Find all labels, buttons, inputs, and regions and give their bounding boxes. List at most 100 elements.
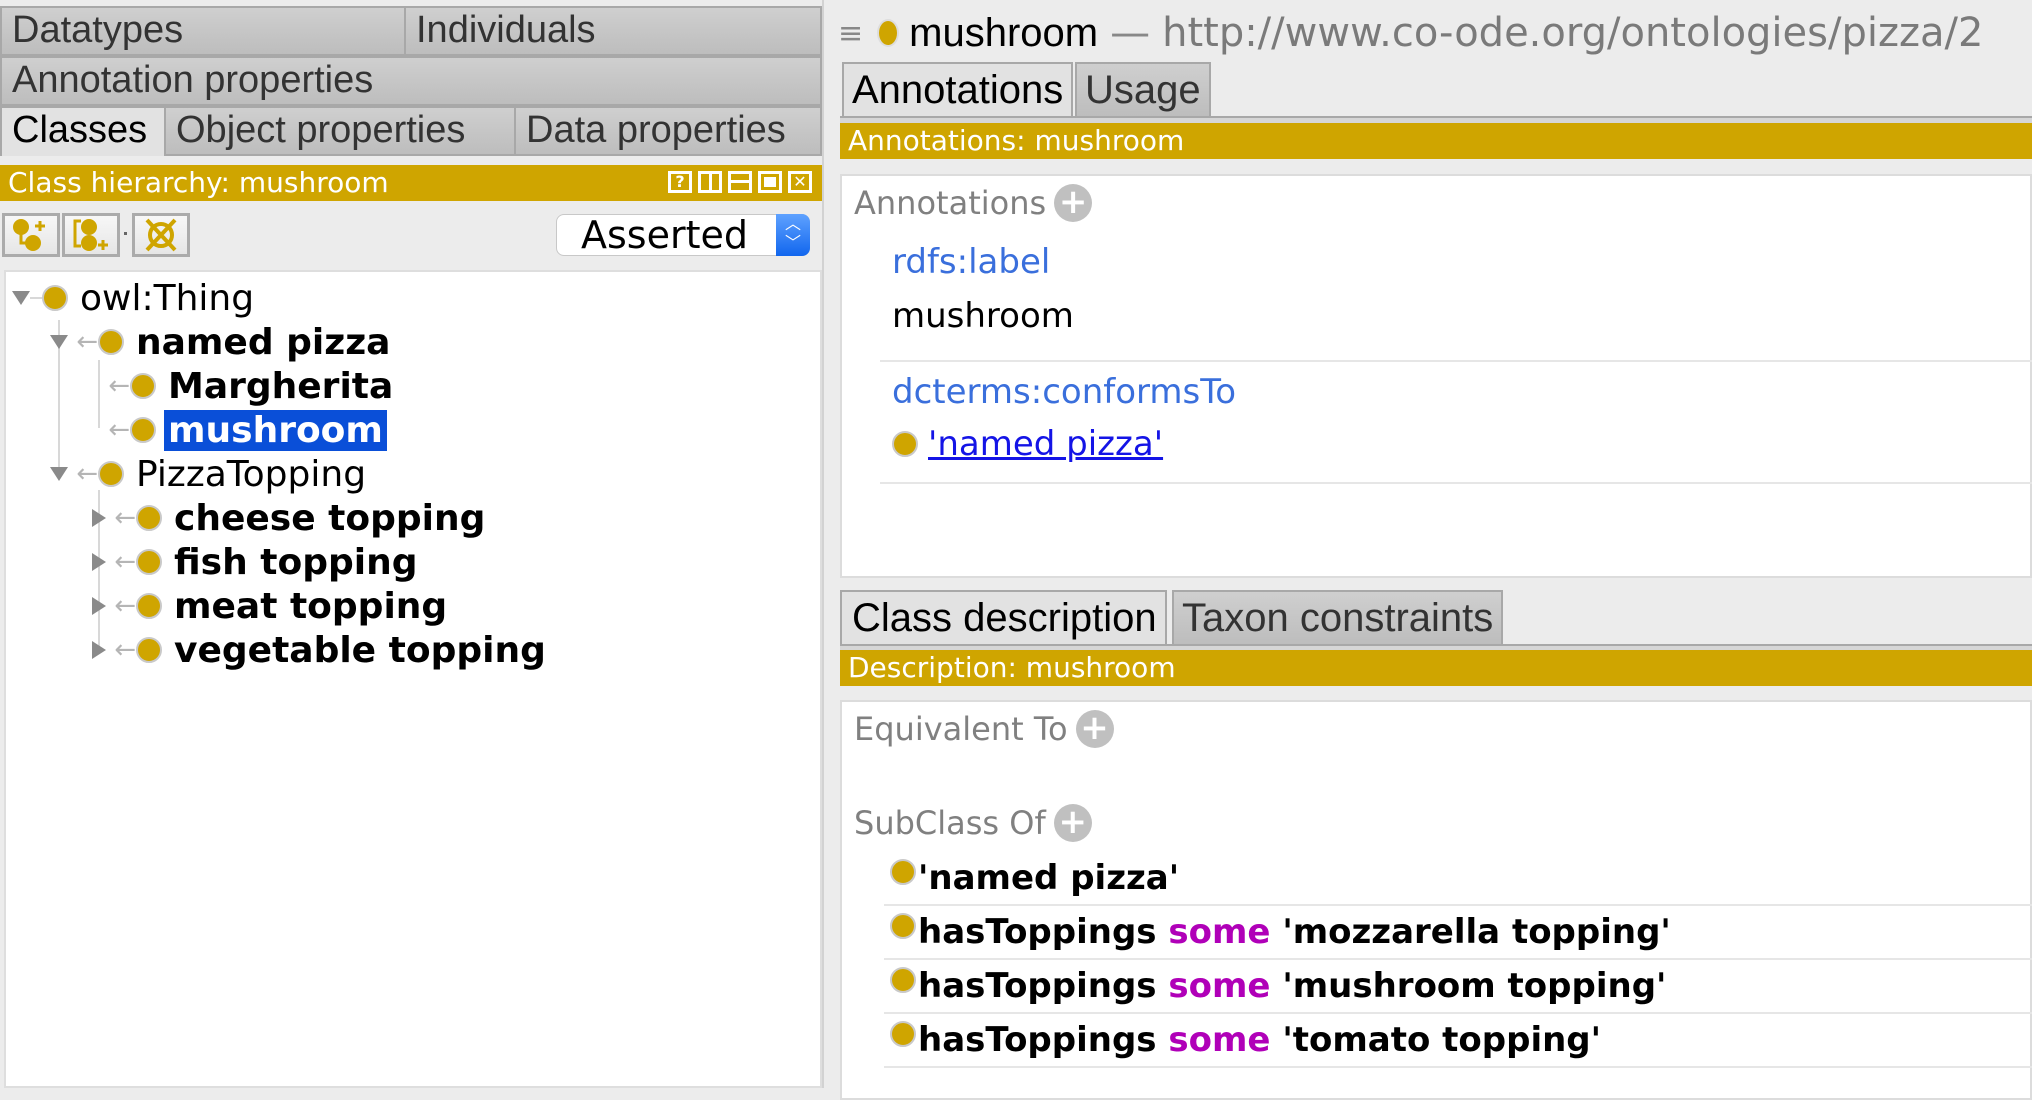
tree-node-label: named pizza <box>136 321 391 363</box>
class-hierarchy-title: Class hierarchy: mushroom <box>8 166 389 199</box>
tree-node-vegetable-topping[interactable]: ← vegetable topping <box>92 629 550 671</box>
tab-annotations[interactable]: Annotations <box>842 62 1074 118</box>
tab-class-description[interactable]: Class description <box>840 590 1167 646</box>
tab-usage[interactable]: Usage <box>1075 62 1211 118</box>
annotation-property[interactable]: dcterms:conformsTo <box>892 372 1236 412</box>
tree-node-named-pizza[interactable]: ← named pizza <box>50 321 394 363</box>
delete-class-button[interactable] <box>132 213 190 257</box>
subclass-property: hasToppings <box>918 1020 1157 1060</box>
subclass-property: hasToppings <box>918 912 1157 952</box>
class-icon <box>136 637 162 663</box>
tree-node-label: owl:Thing <box>80 277 255 319</box>
pane-splitter[interactable] <box>822 0 840 1088</box>
class-icon <box>892 431 918 457</box>
equivalent-to-label: Equivalent To <box>854 710 1068 748</box>
tree-node-label: cheese topping <box>174 497 486 539</box>
split-horizontal-icon[interactable] <box>728 171 752 193</box>
tab-datatypes[interactable]: Datatypes <box>0 6 406 56</box>
class-icon <box>890 859 916 885</box>
chevron-updown-icon: ︿ ﹀ <box>776 214 810 256</box>
class-icon <box>890 1021 916 1047</box>
hierarchy-mode-select[interactable]: Asserted ︿ ﹀ <box>556 214 810 256</box>
toolbar-separator <box>124 232 127 235</box>
annotation-property[interactable]: rdfs:label <box>892 242 1050 282</box>
tab-individuals[interactable]: Individuals <box>406 6 822 56</box>
tree-node-label: vegetable topping <box>174 629 546 671</box>
tab-classes[interactable]: Classes <box>0 106 166 156</box>
add-subclass-button[interactable] <box>2 213 60 257</box>
entity-name: mushroom <box>909 10 1099 55</box>
expand-toggle-icon[interactable] <box>50 335 68 349</box>
close-icon[interactable]: ✕ <box>788 171 812 193</box>
add-annotation-button[interactable]: + <box>1054 184 1093 222</box>
tab-row-2: Annotation properties <box>0 56 822 106</box>
subclass-of-label: SubClass Of <box>854 804 1046 842</box>
subclass-filler: 'named pizza' <box>918 858 1180 898</box>
tab-object-properties[interactable]: Object properties <box>166 106 516 156</box>
subclass-of-item[interactable]: hasToppings some 'mozzarella topping' <box>890 912 1671 952</box>
help-icon[interactable]: ? <box>668 171 692 193</box>
class-icon <box>98 329 124 355</box>
tree-node-label: Margherita <box>168 365 394 407</box>
annotation-value-row: 'named pizza' <box>892 424 1163 464</box>
hierarchy-mode-value: Asserted <box>581 213 748 257</box>
class-icon <box>42 285 68 311</box>
class-icon <box>136 549 162 575</box>
annotations-title: Annotations: mushroom <box>848 124 1185 157</box>
class-icon <box>130 373 156 399</box>
class-icon <box>890 913 916 939</box>
tree-node-meat-topping[interactable]: ← meat topping <box>92 586 451 627</box>
row-separator <box>884 1012 2032 1014</box>
add-superclass-button[interactable]: + <box>1053 804 1092 842</box>
split-vertical-icon[interactable] <box>698 171 722 193</box>
subclass-arrow-icon: ← <box>76 459 98 489</box>
class-hierarchy-titlebar: Class hierarchy: mushroom ? ✕ <box>0 165 822 201</box>
subclass-arrow-icon: ← <box>114 591 136 621</box>
collapsed-toggle-icon[interactable] <box>92 597 106 615</box>
subclass-property: hasToppings <box>918 966 1157 1006</box>
class-icon <box>890 967 916 993</box>
class-icon <box>136 593 162 619</box>
tree-node-label: fish topping <box>174 541 418 583</box>
subclass-of-item[interactable]: 'named pizza' <box>890 858 1179 898</box>
subclass-of-item[interactable]: hasToppings some 'mushroom topping' <box>890 966 1666 1006</box>
entity-header: ≡ mushroom — http://www.co-ode.org/ontol… <box>838 8 1983 58</box>
tree-node-margherita[interactable]: ← Margherita <box>100 365 397 407</box>
tab-data-properties[interactable]: Data properties <box>516 106 822 156</box>
maximize-icon[interactable] <box>758 171 782 193</box>
tab-row-1: Datatypes Individuals <box>0 6 822 56</box>
tab-row-3: Classes Object properties Data propertie… <box>0 106 822 156</box>
subclass-arrow-icon: ← <box>114 503 136 533</box>
tab-taxon-constraints[interactable]: Taxon constraints <box>1172 590 1504 646</box>
add-equivalent-button[interactable]: + <box>1075 710 1114 748</box>
tree-node-mushroom[interactable]: ← mushroom <box>100 409 387 451</box>
tab-annotation-properties[interactable]: Annotation properties <box>0 56 822 106</box>
subclass-of-item[interactable]: hasToppings some 'tomato topping' <box>890 1020 1601 1060</box>
subclass-filler: 'tomato topping' <box>1282 1020 1602 1060</box>
class-icon <box>98 461 124 487</box>
add-sibling-class-button[interactable] <box>62 213 120 257</box>
tree-node-owl-thing[interactable]: owl:Thing <box>12 277 258 319</box>
delete-class-icon <box>145 218 177 252</box>
tree-node-cheese-topping[interactable]: ← cheese topping <box>92 497 489 539</box>
menu-icon[interactable]: ≡ <box>838 16 863 51</box>
subclass-of-section: SubClass Of + <box>854 804 1092 842</box>
expand-toggle-icon[interactable] <box>50 467 68 481</box>
subclass-arrow-icon: ← <box>114 635 136 665</box>
annotation-link[interactable]: 'named pizza' <box>928 424 1163 464</box>
collapsed-toggle-icon[interactable] <box>92 641 106 659</box>
annotations-titlebar: Annotations: mushroom <box>840 123 2032 159</box>
tree-node-pizzatopping[interactable]: ← PizzaTopping <box>50 453 370 495</box>
collapsed-toggle-icon[interactable] <box>92 553 106 571</box>
subclass-filler: 'mushroom topping' <box>1282 966 1667 1006</box>
annotation-value: mushroom <box>892 296 1074 336</box>
tree-node-fish-topping[interactable]: ← fish topping <box>92 541 422 583</box>
entity-iri: http://www.co-ode.org/ontologies/pizza/2 <box>1162 10 1984 56</box>
tree-node-label: PizzaTopping <box>136 453 367 495</box>
expand-toggle-icon[interactable] <box>12 291 30 305</box>
add-subclass-icon <box>13 219 45 251</box>
add-sibling-class-icon <box>73 219 108 251</box>
subclass-keyword: some <box>1168 1020 1271 1060</box>
row-separator <box>884 1066 2032 1068</box>
collapsed-toggle-icon[interactable] <box>92 509 106 527</box>
